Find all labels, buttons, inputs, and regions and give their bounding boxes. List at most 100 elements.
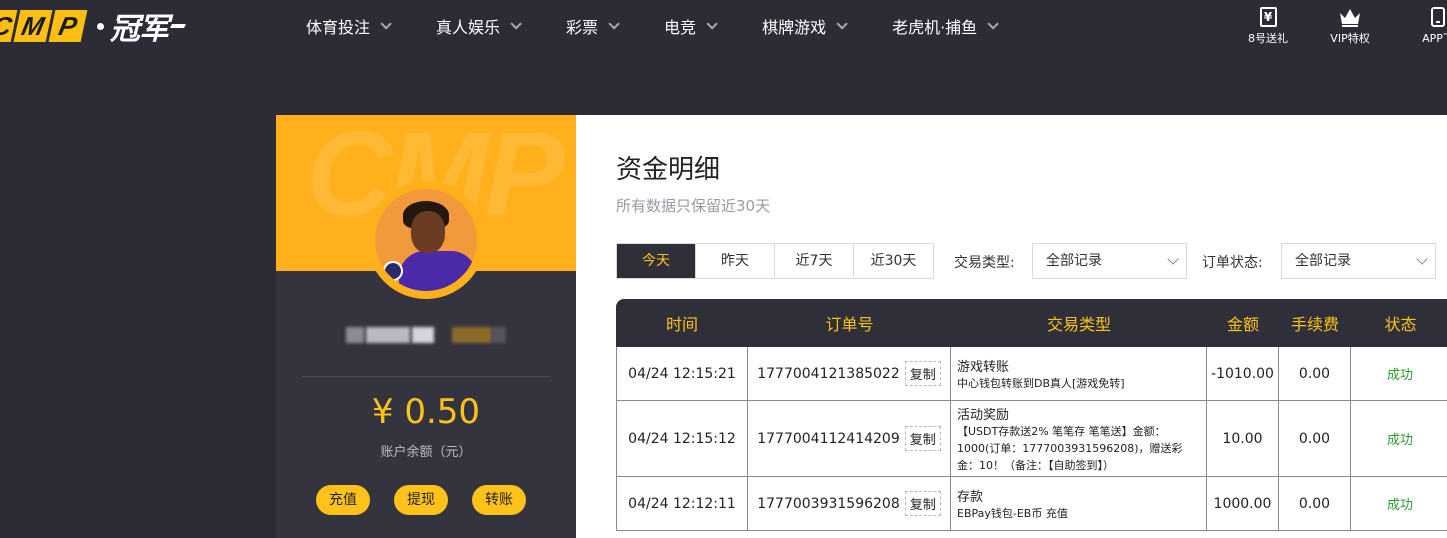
logo-letter: P (48, 10, 88, 42)
top-navigation-bar: C M P 冠军 体育投注 真人娱乐 彩票 电竞 棋牌游戏 老虎机·捕鱼 ¥ 8… (0, 0, 1447, 52)
chevron-down-icon (1167, 253, 1179, 265)
nav-item-label: 老虎机·捕鱼 (892, 18, 978, 37)
status-badge: 成功 (1386, 498, 1413, 513)
balance-label: 账户余额（元） (380, 445, 472, 460)
cell-amount: -1010.00 (1207, 347, 1279, 401)
transaction-type-select[interactable]: 全部记录 (1032, 243, 1187, 279)
cell-order: 1777004112414209 复制 (748, 401, 951, 477)
logo-chinese-name: 冠军 (110, 12, 169, 47)
cell-type: 存款 EBPay钱包-EB币 充值 (951, 477, 1207, 531)
cell-fee: 0.00 (1279, 347, 1351, 401)
phone-icon (1431, 7, 1445, 27)
table-row: 04/24 12:15:21 1777004121385022 复制 游戏转账 中心… (616, 347, 1447, 401)
nav-item-lottery[interactable]: 彩票 (566, 14, 620, 38)
page-subtitle: 所有数据只保留近30天 (616, 197, 771, 215)
balance-amount: ¥ 0.50 (371, 392, 481, 432)
cell-fee: 0.00 (1279, 401, 1351, 477)
header-fee: 手续费 (1279, 299, 1351, 347)
cell-amount: 1000.00 (1207, 477, 1279, 531)
nav-item-label: 彩票 (566, 18, 599, 37)
copy-button[interactable]: 复制 (904, 491, 941, 516)
status-badge: 成功 (1386, 368, 1413, 383)
cell-type: 游戏转账 中心钱包转账到DB真人[游戏免转] (951, 347, 1207, 401)
type-description: 中心钱包转账到DB真人[游戏免转] (957, 376, 1125, 390)
select-value: 全部记录 (1046, 253, 1102, 269)
chevron-down-icon (380, 18, 392, 30)
tab-today[interactable]: 今天 (617, 244, 696, 278)
cell-status: 成功 (1351, 347, 1447, 401)
avatar[interactable] (367, 181, 485, 299)
chevron-down-icon (987, 18, 999, 30)
order-status-select[interactable]: 全部记录 (1281, 243, 1436, 279)
profile-card: CMP ¥ 0.50 账户余额（元） 充值 提现 转账 (276, 115, 576, 538)
cell-status: 成功 (1351, 401, 1447, 477)
header-time: 时间 (616, 299, 748, 347)
order-number: 1777003931596208 (757, 495, 900, 512)
gift-ticket-icon: ¥ (1259, 7, 1277, 27)
chevron-down-icon (510, 18, 522, 30)
transaction-type-label: 交易类型: (954, 255, 1015, 271)
app-label: APP下 (1422, 32, 1447, 45)
transaction-table: 时间 订单号 交易类型 金额 手续费 状态 04/24 12:15:21 177… (616, 299, 1447, 531)
cell-time: 04/24 12:15:12 (616, 401, 748, 477)
chevron-down-icon (706, 18, 718, 30)
nav-item-card-games[interactable]: 棋牌游戏 (762, 14, 848, 38)
order-status-label: 订单状态: (1202, 255, 1263, 271)
cell-order: 1777004121385022 复制 (748, 347, 951, 401)
cell-amount: 10.00 (1207, 401, 1279, 477)
tab-last-7-days[interactable]: 近7天 (775, 244, 854, 278)
gift-link[interactable]: ¥ 8号送礼 (1244, 4, 1292, 46)
chevron-down-icon (836, 18, 848, 30)
tab-yesterday[interactable]: 昨天 (696, 244, 775, 278)
divider (302, 376, 550, 377)
cell-type: 活动奖励 【USDT存款送2% 笔笔存 笔笔送】金额：1000(订单：177700… (951, 401, 1207, 477)
select-value: 全部记录 (1295, 253, 1351, 269)
brand-logo[interactable]: C M P 冠军 (0, 8, 186, 47)
logo-tail-mark (170, 24, 186, 28)
vip-label: VIP特权 (1330, 32, 1370, 45)
copy-button[interactable]: 复制 (904, 426, 941, 451)
copy-button[interactable]: 复制 (904, 361, 941, 386)
type-title: 存款 (957, 489, 984, 505)
tab-last-30-days[interactable]: 近30天 (854, 244, 933, 278)
vip-link[interactable]: VIP特权 (1324, 4, 1376, 46)
order-number: 1777004121385022 (757, 365, 900, 382)
nav-item-label: 体育投注 (306, 18, 371, 37)
cell-fee: 0.00 (1279, 477, 1351, 531)
cell-time: 04/24 12:15:21 (616, 347, 748, 401)
table-row: 04/24 12:12:11 1777003931596208 复制 存款 EBPa… (616, 477, 1447, 531)
table-row: 04/24 12:15:12 1777004112414209 复制 活动奖励 【U… (616, 401, 1447, 477)
transfer-button[interactable]: 转账 (472, 485, 526, 515)
app-download-link[interactable]: APP下 (1408, 4, 1447, 46)
nav-item-label: 电竞 (664, 18, 697, 37)
logo-letter: M (13, 10, 53, 42)
table-header-row: 时间 订单号 交易类型 金额 手续费 状态 (616, 299, 1447, 347)
page-title: 资金明细 (616, 155, 721, 185)
withdraw-button[interactable]: 提现 (394, 485, 448, 515)
nav-item-label: 棋牌游戏 (762, 18, 827, 37)
deposit-button[interactable]: 充值 (316, 485, 370, 515)
cell-order: 1777003931596208 复制 (748, 477, 951, 531)
wallet-actions: 充值 提现 转账 (316, 485, 526, 515)
username-redacted (346, 327, 506, 345)
logo-dot (97, 22, 104, 30)
nav-item-sports[interactable]: 体育投注 (306, 14, 392, 38)
nav-item-label: 真人娱乐 (436, 18, 501, 37)
header-status: 状态 (1351, 299, 1447, 347)
fund-details-panel: 资金明细 所有数据只保留近30天 今天 昨天 近7天 近30天 交易类型: 全部… (576, 115, 1447, 538)
date-range-tabs: 今天 昨天 近7天 近30天 (616, 243, 934, 279)
type-title: 活动奖励 (957, 407, 1010, 423)
crown-icon (1340, 9, 1360, 27)
type-description: EBPay钱包-EB币 充值 (957, 506, 1068, 520)
type-description: 【USDT存款送2% 笔笔存 笔笔送】金额：1000(订单：1777003931… (957, 424, 1183, 472)
nav-item-live-casino[interactable]: 真人娱乐 (436, 14, 522, 38)
main-nav: 体育投注 真人娱乐 彩票 电竞 棋牌游戏 老虎机·捕鱼 (306, 0, 1043, 52)
chevron-down-icon (1416, 253, 1428, 265)
type-title: 游戏转账 (957, 359, 1010, 375)
header-amount: 金额 (1207, 299, 1279, 347)
nav-item-slots-fishing[interactable]: 老虎机·捕鱼 (892, 14, 999, 38)
cell-status: 成功 (1351, 477, 1447, 531)
status-badge: 成功 (1386, 433, 1413, 448)
nav-item-esports[interactable]: 电竞 (664, 14, 718, 38)
header-order-no: 订单号 (748, 299, 951, 347)
